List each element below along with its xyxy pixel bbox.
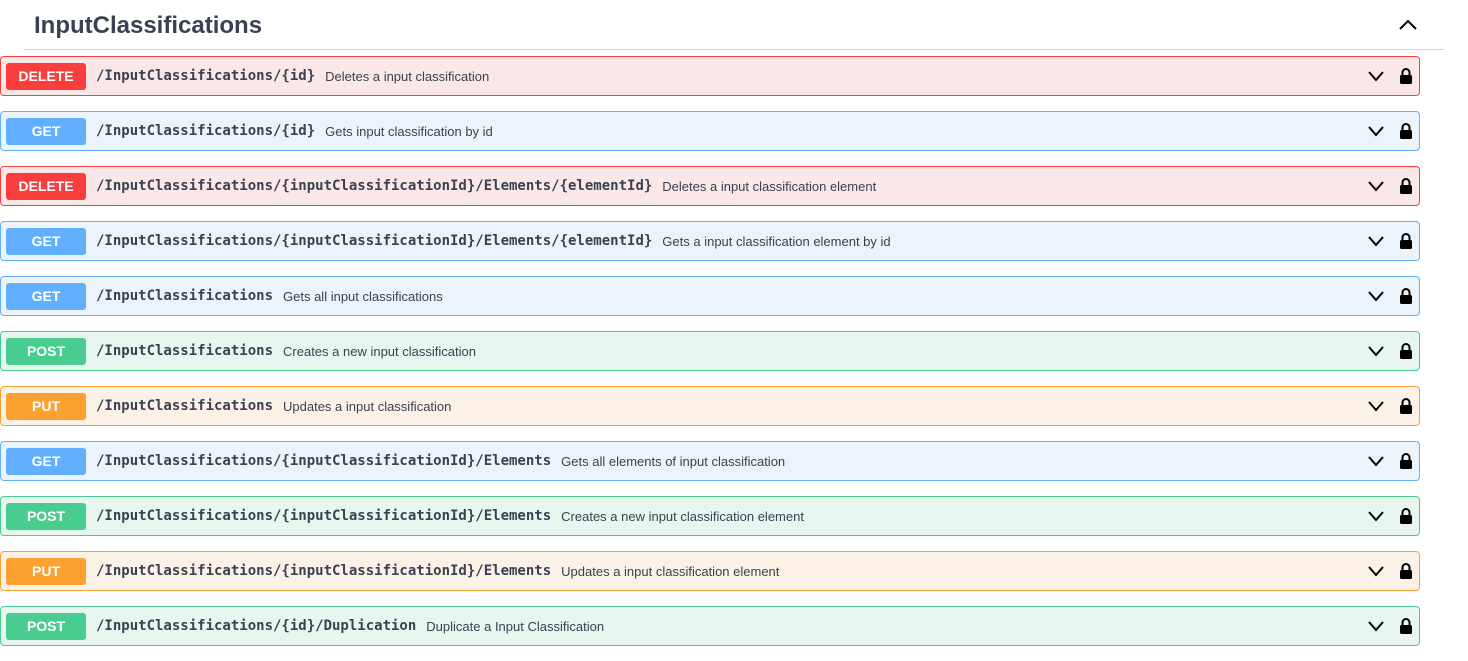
- chevron-down-icon[interactable]: [1367, 125, 1385, 137]
- method-badge: POST: [6, 502, 86, 530]
- operation-summary: Gets all input classifications: [283, 288, 443, 304]
- chevron-down-icon[interactable]: [1367, 455, 1385, 467]
- method-badge: POST: [6, 337, 86, 365]
- operation-summary: Updates a input classification: [283, 398, 452, 414]
- method-badge: GET: [6, 282, 86, 310]
- operation-row[interactable]: PUT /InputClassifications Updates a inpu…: [0, 386, 1420, 426]
- operation-summary: Deletes a input classification: [325, 68, 490, 84]
- operations-list: DELETE /InputClassifications/{id} Delete…: [0, 56, 1420, 661]
- operation-path: /InputClassifications/{id}: [96, 68, 316, 84]
- operation-summary: Gets a input classification element by i…: [662, 233, 891, 249]
- operation-row[interactable]: GET /InputClassifications/{inputClassifi…: [0, 221, 1420, 261]
- lock-icon[interactable]: [1399, 177, 1413, 195]
- lock-icon[interactable]: [1399, 617, 1413, 635]
- operation-row[interactable]: POST /InputClassifications/{inputClassif…: [0, 496, 1420, 536]
- chevron-down-icon[interactable]: [1367, 70, 1385, 82]
- method-badge: POST: [6, 612, 86, 640]
- lock-icon[interactable]: [1399, 67, 1413, 85]
- operation-summary: Duplicate a Input Classification: [426, 618, 605, 634]
- operation-summary: Creates a new input classification: [283, 343, 476, 359]
- operation-row[interactable]: DELETE /InputClassifications/{id} Delete…: [0, 56, 1420, 96]
- operation-summary: Creates a new input classification eleme…: [561, 508, 804, 524]
- lock-icon[interactable]: [1399, 232, 1413, 250]
- operation-path: /InputClassifications/{inputClassificati…: [96, 178, 653, 194]
- lock-icon[interactable]: [1399, 122, 1413, 140]
- operation-path: /InputClassifications/{inputClassificati…: [96, 453, 552, 469]
- operation-path: /InputClassifications: [96, 288, 274, 304]
- operation-path: /InputClassifications/{id}/Duplication: [96, 618, 417, 634]
- section-title: InputClassifications: [34, 11, 263, 39]
- chevron-down-icon[interactable]: [1367, 290, 1385, 302]
- operation-row[interactable]: GET /InputClassifications/{inputClassifi…: [0, 441, 1420, 481]
- lock-icon[interactable]: [1399, 287, 1413, 305]
- chevron-down-icon[interactable]: [1367, 235, 1385, 247]
- operation-path: /InputClassifications: [96, 398, 274, 414]
- chevron-down-icon[interactable]: [1367, 510, 1385, 522]
- operation-summary: Gets all elements of input classificatio…: [561, 453, 786, 469]
- lock-icon[interactable]: [1399, 342, 1413, 360]
- method-badge: GET: [6, 447, 86, 475]
- chevron-down-icon[interactable]: [1367, 400, 1385, 412]
- method-badge: PUT: [6, 557, 86, 585]
- lock-icon[interactable]: [1399, 452, 1413, 470]
- operation-row[interactable]: DELETE /InputClassifications/{inputClass…: [0, 166, 1420, 206]
- operation-path: /InputClassifications/{inputClassificati…: [96, 233, 653, 249]
- operation-summary: Gets input classification by id: [325, 123, 493, 139]
- lock-icon[interactable]: [1399, 507, 1413, 525]
- operation-row[interactable]: POST /InputClassifications Creates a new…: [0, 331, 1420, 371]
- method-badge: GET: [6, 117, 86, 145]
- method-badge: DELETE: [6, 62, 86, 90]
- chevron-down-icon[interactable]: [1367, 565, 1385, 577]
- tag-section: InputClassifications: [24, 0, 1444, 50]
- method-badge: PUT: [6, 392, 86, 420]
- operation-row[interactable]: GET /InputClassifications/{id} Gets inpu…: [0, 111, 1420, 151]
- chevron-down-icon[interactable]: [1367, 620, 1385, 632]
- operation-path: /InputClassifications/{id}: [96, 123, 316, 139]
- operation-row[interactable]: POST /InputClassifications/{id}/Duplicat…: [0, 606, 1420, 646]
- operation-summary: Deletes a input classification element: [662, 178, 877, 194]
- method-badge: DELETE: [6, 172, 86, 200]
- method-badge: GET: [6, 227, 86, 255]
- operation-summary: Updates a input classification element: [561, 563, 780, 579]
- lock-icon[interactable]: [1399, 562, 1413, 580]
- chevron-up-icon[interactable]: [1394, 11, 1422, 39]
- operation-row[interactable]: PUT /InputClassifications/{inputClassifi…: [0, 551, 1420, 591]
- lock-icon[interactable]: [1399, 397, 1413, 415]
- chevron-down-icon[interactable]: [1367, 345, 1385, 357]
- chevron-down-icon[interactable]: [1367, 180, 1385, 192]
- tag-section-header[interactable]: InputClassifications: [24, 0, 1444, 50]
- operation-row[interactable]: GET /InputClassifications Gets all input…: [0, 276, 1420, 316]
- operation-path: /InputClassifications: [96, 343, 274, 359]
- operation-path: /InputClassifications/{inputClassificati…: [96, 508, 552, 524]
- operation-path: /InputClassifications/{inputClassificati…: [96, 563, 552, 579]
